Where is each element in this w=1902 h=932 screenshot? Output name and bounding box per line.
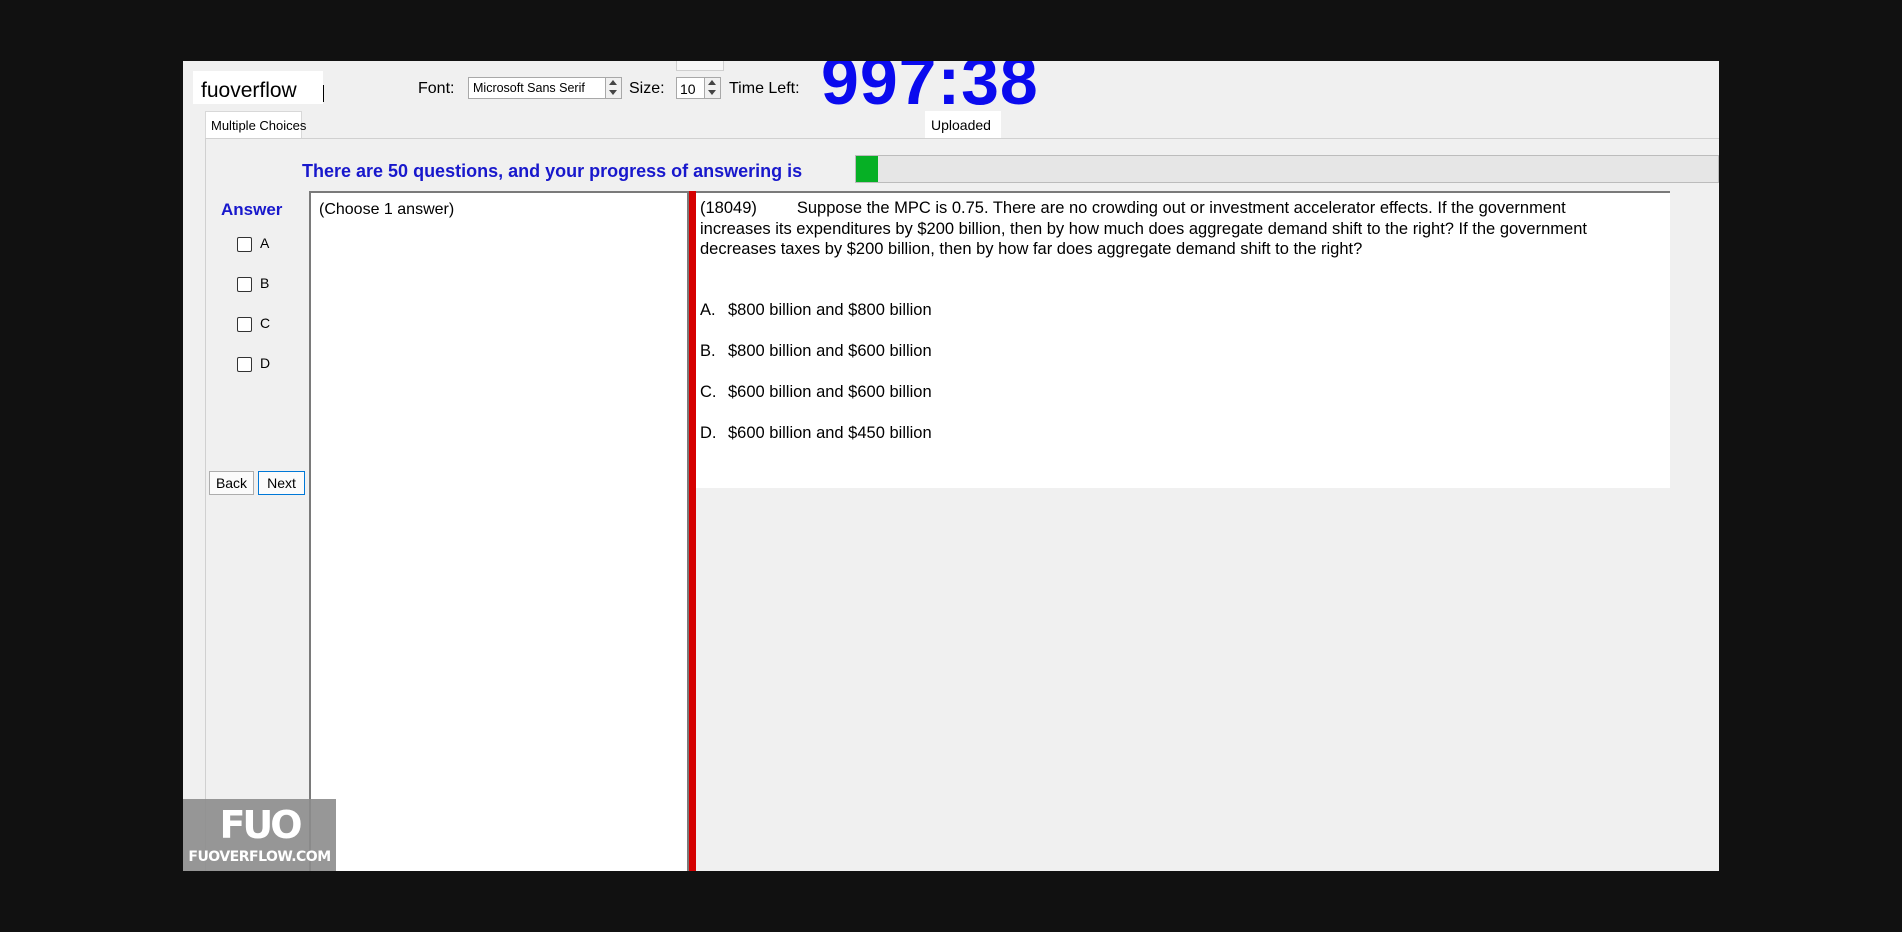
- countdown-timer: 997:38: [821, 61, 1039, 119]
- answer-letter: D.: [700, 424, 717, 442]
- font-select[interactable]: Microsoft Sans Serif: [468, 77, 622, 99]
- font-label: Font:: [418, 80, 455, 97]
- question-panel: (18049) Suppose the MPC is 0.75. There ar…: [696, 191, 1670, 488]
- size-label: Size:: [629, 80, 665, 97]
- answer-letter: A.: [700, 301, 716, 319]
- text-caret: [323, 85, 324, 102]
- font-value: Microsoft Sans Serif: [473, 81, 585, 95]
- answer-heading: Answer: [221, 200, 283, 219]
- panel-splitter[interactable]: [689, 191, 696, 871]
- watermark-logo-mark: FUO: [219, 803, 302, 847]
- tab-multiple-choices[interactable]: Multiple Choices: [205, 111, 306, 138]
- option-label-d: D: [260, 355, 271, 371]
- answer-text: $600 billion and $600 billion: [728, 383, 932, 401]
- option-label-a: A: [260, 235, 270, 251]
- question-number: (18049): [700, 199, 757, 217]
- back-button[interactable]: Back: [209, 471, 254, 495]
- exam-window: fuoverflow Font: Microsoft Sans Serif Si…: [183, 61, 1719, 871]
- tab-multiple-choices-label: Multiple Choices: [211, 118, 307, 133]
- checkbox-d[interactable]: [237, 357, 252, 372]
- answer-choice-b: B. $800 billion and $600 billion: [700, 342, 932, 361]
- progress-bar: [855, 155, 1719, 183]
- option-label-b: B: [260, 275, 270, 291]
- checkbox-a[interactable]: [237, 237, 252, 252]
- font-spinner-icon[interactable]: [605, 77, 622, 99]
- question-stem: Suppose the MPC is 0.75. There are no cr…: [700, 199, 1587, 258]
- toolbar-partial-control: [676, 61, 724, 71]
- answer-letter: C.: [700, 383, 717, 401]
- next-button[interactable]: Next: [258, 471, 305, 495]
- option-label-c: C: [260, 315, 271, 331]
- size-spinner-icon[interactable]: [704, 77, 721, 99]
- answer-choice-d: D. $600 billion and $450 billion: [700, 424, 932, 443]
- progress-bar-fill: [856, 156, 878, 182]
- uploaded-indicator: Uploaded: [925, 111, 1001, 138]
- time-left-label: Time Left:: [729, 80, 800, 97]
- answer-text: $600 billion and $450 billion: [728, 424, 932, 442]
- checkbox-c[interactable]: [237, 317, 252, 332]
- answer-choice-c: C. $600 billion and $600 billion: [700, 383, 932, 402]
- checkbox-b[interactable]: [237, 277, 252, 292]
- size-stepper[interactable]: 10: [676, 77, 721, 99]
- answer-text-area[interactable]: (Choose 1 answer): [309, 191, 689, 871]
- progress-text: There are 50 questions, and your progres…: [302, 161, 803, 181]
- answer-text: $800 billion and $600 billion: [728, 342, 932, 360]
- question-text-block: (18049) Suppose the MPC is 0.75. There ar…: [700, 198, 1610, 260]
- answer-letter: B.: [700, 342, 716, 360]
- watermark-logo: FUO FUOVERFLOW.COM: [183, 799, 336, 871]
- username-text: fuoverflow: [201, 79, 297, 102]
- answer-choice-a: A. $800 billion and $800 billion: [700, 301, 932, 320]
- size-value: 10: [680, 81, 696, 97]
- choice-hint: (Choose 1 answer): [319, 201, 455, 218]
- answer-text: $800 billion and $800 billion: [728, 301, 932, 319]
- watermark-site: FUOVERFLOW.COM: [188, 849, 331, 865]
- uploaded-label: Uploaded: [931, 117, 991, 133]
